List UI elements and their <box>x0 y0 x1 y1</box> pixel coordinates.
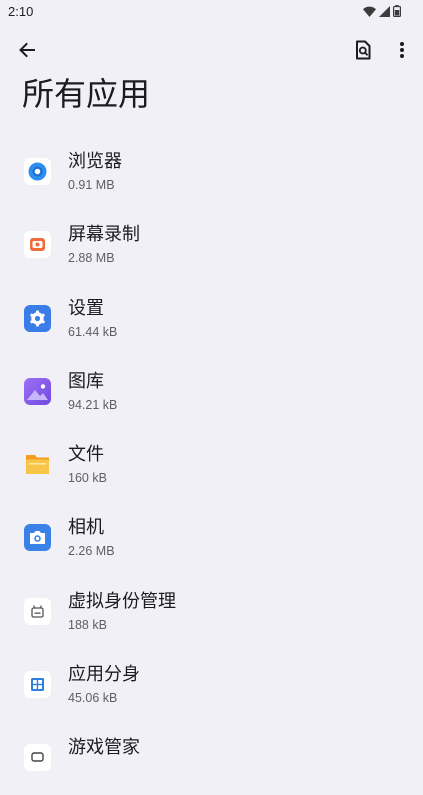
app-list-item-game-manager[interactable]: 游戏管家 <box>0 721 423 794</box>
browser-icon <box>24 158 51 185</box>
app-size: 0.91 MB <box>68 178 115 192</box>
app-name: 文件 <box>68 444 104 466</box>
screen-recorder-icon <box>24 231 51 259</box>
settings-icon <box>24 304 51 332</box>
app-name: 设置 <box>68 297 104 319</box>
app-list-item-browser[interactable]: 浏览器 0.91 MB <box>0 135 423 208</box>
status-bar: 2:10 <box>0 0 423 24</box>
app-size: 2.26 MB <box>68 544 115 559</box>
back-button[interactable] <box>13 36 41 64</box>
app-size: 61.44 kB <box>68 324 118 339</box>
app-name: 应用分身 <box>68 664 140 686</box>
files-icon <box>24 451 51 478</box>
app-size: 188 kB <box>68 617 107 632</box>
status-time: 2:10 <box>8 4 34 19</box>
gallery-icon <box>24 377 51 405</box>
app-name: 相机 <box>68 517 104 539</box>
more-options-button[interactable] <box>388 36 416 64</box>
more-vertical-icon <box>399 41 405 59</box>
app-name: 虚拟身份管理 <box>68 590 176 612</box>
app-list-item-settings[interactable]: 设置 61.44 kB <box>0 282 423 355</box>
app-list-item-screen-recorder[interactable]: 屏幕录制 2.88 MB <box>0 208 423 281</box>
wifi-icon <box>363 6 376 17</box>
app-list-item-virtual-identity[interactable]: 虚拟身份管理 188 kB <box>0 575 423 648</box>
game-manager-icon <box>24 744 51 772</box>
arrow-left-icon <box>17 40 37 60</box>
app-list-item-gallery[interactable]: 图库 94.21 kB <box>0 355 423 428</box>
app-list-item-camera[interactable]: 相机 2.26 MB <box>0 501 423 574</box>
app-list-item-app-clone[interactable]: 应用分身 45.06 kB <box>0 648 423 721</box>
app-name: 浏览器 <box>68 151 122 172</box>
search-in-page-button[interactable] <box>349 36 377 64</box>
app-size: 160 kB <box>68 471 107 486</box>
app-list: 浏览器 0.91 MB 屏幕录制 2.88 MB 设置 61.44 kB 图库 … <box>0 135 423 795</box>
top-app-bar <box>0 28 423 72</box>
app-name: 游戏管家 <box>68 737 140 759</box>
camera-icon <box>24 524 51 552</box>
app-clone-icon <box>24 671 51 699</box>
status-icons <box>363 5 401 17</box>
app-list-item-files[interactable]: 文件 160 kB <box>0 428 423 501</box>
app-size: 2.88 MB <box>68 251 115 266</box>
app-size: 45.06 kB <box>68 691 118 706</box>
app-name: 图库 <box>68 370 104 392</box>
page-title: 所有应用 <box>22 75 151 113</box>
app-name: 屏幕录制 <box>68 224 140 246</box>
battery-icon <box>393 5 401 17</box>
search-document-icon <box>354 40 372 60</box>
signal-icon <box>379 5 390 17</box>
app-size: 94.21 kB <box>68 397 118 412</box>
virtual-identity-icon <box>24 597 51 625</box>
